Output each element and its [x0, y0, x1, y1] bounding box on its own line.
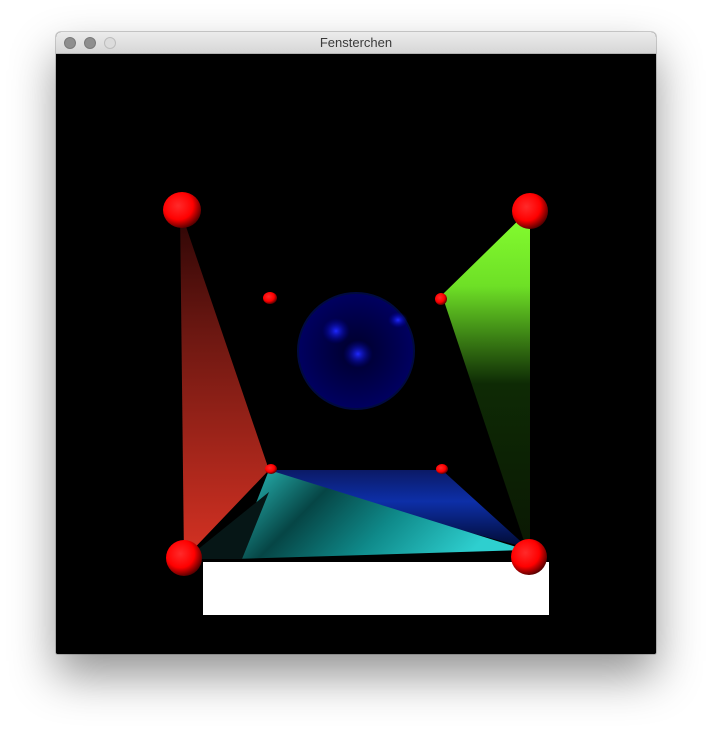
back-sphere-top-left	[263, 292, 277, 304]
sphere-highlight	[343, 340, 373, 368]
sphere-highlight	[322, 318, 350, 344]
render-viewport[interactable]	[56, 54, 656, 654]
back-sphere-top-right	[435, 293, 447, 305]
app-window: Fensterchen	[56, 32, 656, 654]
back-sphere-bottom-right	[436, 464, 448, 474]
floor-plane	[203, 562, 549, 615]
front-sphere-top-right	[512, 193, 548, 229]
sphere-highlight	[388, 312, 408, 328]
rendered-scene	[163, 192, 549, 615]
front-sphere-bottom-left	[166, 540, 202, 576]
title-bar[interactable]: Fensterchen	[56, 32, 656, 54]
window-title: Fensterchen	[319, 35, 393, 50]
front-sphere-bottom-right	[511, 539, 547, 575]
front-sphere-top-left	[163, 192, 201, 228]
back-sphere-bottom-left	[265, 464, 277, 474]
